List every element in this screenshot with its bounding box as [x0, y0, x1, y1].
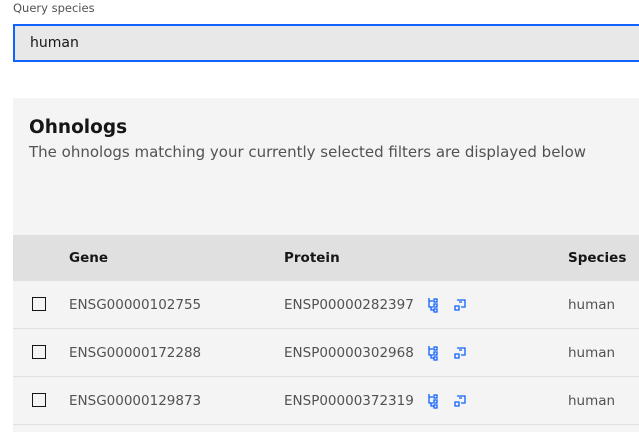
protein-cell: ENSP00000372319 — [284, 377, 468, 425]
panel-description: The ohnologs matching your currently sel… — [29, 143, 587, 161]
protein-cell: ENSP00000282397 — [284, 281, 468, 329]
tree-view-icon[interactable] — [426, 393, 442, 409]
panel-title: Ohnologs — [29, 117, 128, 138]
species-cell: human — [568, 393, 616, 409]
ohnologs-panel: Ohnologs The ohnologs matching your curr… — [13, 98, 639, 432]
row-checkbox[interactable] — [32, 345, 46, 359]
page: Query species human Ohnologs The ohnolog… — [0, 0, 639, 432]
query-species-input[interactable]: human — [13, 24, 639, 62]
tree-view-icon[interactable] — [426, 297, 442, 313]
launch-icon[interactable] — [452, 393, 468, 409]
launch-icon[interactable] — [452, 345, 468, 361]
protein-cell: ENSP00000302968 — [284, 329, 468, 377]
protein-id: ENSP00000372319 — [284, 393, 414, 409]
row-checkbox[interactable] — [32, 297, 46, 311]
table-row: ENSG00000172288 ENSP00000302968 human — [13, 329, 639, 377]
gene-cell: ENSG00000172288 — [69, 345, 202, 361]
query-species-value: human — [30, 35, 79, 51]
row-checkbox[interactable] — [32, 393, 46, 407]
protein-id: ENSP00000282397 — [284, 297, 414, 313]
header-protein[interactable]: Protein — [284, 235, 340, 281]
header-species[interactable]: Species — [568, 235, 626, 281]
tree-view-icon[interactable] — [426, 345, 442, 361]
query-species-label: Query species — [13, 1, 95, 15]
species-cell: human — [568, 297, 616, 313]
gene-cell: ENSG00000129873 — [69, 393, 202, 409]
table-row: ENSG00000129873 ENSP00000372319 human — [13, 377, 639, 425]
table-row: ENSG00000102755 ENSP00000282397 human — [13, 281, 639, 329]
launch-icon[interactable] — [452, 297, 468, 313]
protein-id: ENSP00000302968 — [284, 345, 414, 361]
header-gene[interactable]: Gene — [69, 235, 108, 281]
species-cell: human — [568, 345, 616, 361]
gene-cell: ENSG00000102755 — [69, 297, 202, 313]
table-header: Gene Protein Species — [13, 235, 639, 281]
ohnologs-table: Gene Protein Species ENSG00000102755 ENS… — [13, 235, 639, 425]
